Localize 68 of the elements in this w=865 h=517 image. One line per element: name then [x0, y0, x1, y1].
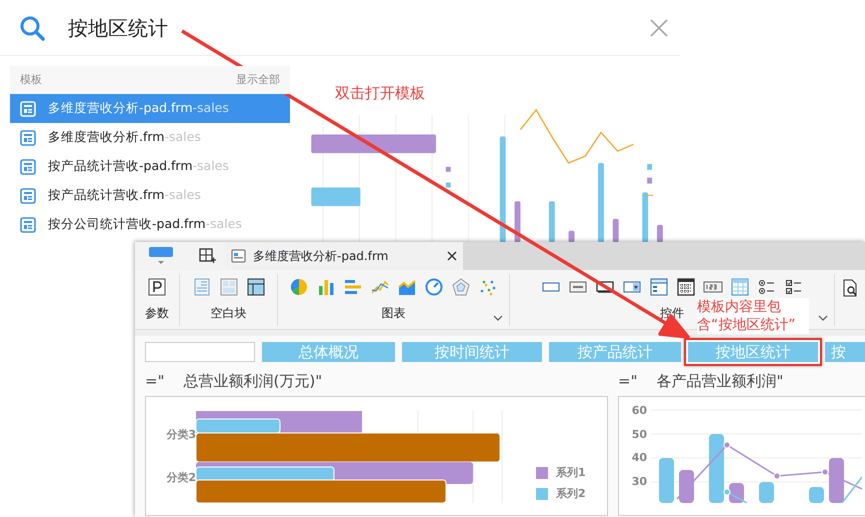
bar: [759, 482, 774, 503]
point: [724, 488, 730, 496]
bar: [659, 458, 674, 503]
template-icon: [20, 130, 36, 146]
bar: [679, 470, 694, 503]
axis-label: 分类2: [166, 470, 196, 486]
table-widget-icon[interactable]: [730, 277, 750, 297]
tab-button[interactable]: 按产品统计: [549, 342, 681, 362]
group-label: 空白块: [210, 305, 246, 322]
horizontal-bar-icon[interactable]: [343, 277, 363, 297]
expand-icon[interactable]: [493, 314, 503, 322]
point: [774, 472, 780, 480]
radar-chart-icon[interactable]: [451, 277, 471, 297]
result-item[interactable]: 多维度营收分析-pad.frm-sales: [10, 94, 290, 123]
legend-label: 系列2: [556, 486, 586, 502]
annotation-text: 模板内容里包含“按地区统计”: [697, 298, 809, 334]
legend-swatch: [536, 488, 548, 500]
search-icon: [18, 14, 46, 42]
axis-label: 30: [632, 474, 647, 490]
group-label: 参数: [145, 305, 169, 322]
blank-block-icon[interactable]: [218, 277, 238, 297]
result-item[interactable]: 按分公司统计营收-pad.frm-sales: [10, 210, 290, 239]
checkbox-group-icon[interactable]: [784, 277, 804, 297]
calendar-icon[interactable]: [676, 277, 696, 297]
axis-label: 50: [632, 426, 647, 442]
tab-title: 多维度营收分析-pad.frm: [253, 248, 390, 265]
legend-swatch: [536, 467, 548, 480]
pie-chart-icon[interactable]: [289, 277, 309, 297]
param-icon[interactable]: [147, 277, 167, 297]
tab-button[interactable]: 总体概况: [262, 342, 395, 362]
legend-label: 系列1: [556, 465, 586, 481]
bar: [709, 434, 724, 503]
point: [822, 468, 828, 476]
axis-label: 40: [632, 450, 647, 466]
group-label: 图表: [382, 305, 406, 322]
expand-icon[interactable]: [818, 314, 828, 322]
bar-chart-icon[interactable]: [316, 277, 336, 297]
template-icon: [20, 188, 36, 204]
point: [724, 442, 730, 448]
tab-button[interactable]: 按地区统计: [688, 342, 818, 362]
template-icon: [20, 216, 36, 232]
show-all-link[interactable]: 显示全部: [236, 72, 280, 88]
axis-label: 分类3: [166, 427, 196, 443]
tab-button[interactable]: 按: [825, 342, 865, 362]
chart-title: =" 总营业额利润(万元)": [145, 371, 324, 392]
chart-title: =" 各产品营业额利润": [618, 371, 784, 392]
tab-button[interactable]: 按时间统计: [402, 342, 542, 362]
bar: [809, 487, 824, 503]
radio-group-icon[interactable]: [756, 277, 776, 297]
column-header: 模板: [20, 72, 42, 88]
document-icon: [231, 248, 247, 264]
axis-label: 60: [632, 403, 647, 419]
search-query[interactable]: 按地区统计: [68, 12, 168, 42]
document-tab[interactable]: 多维度营收分析-pad.frm: [225, 242, 463, 270]
logo-menu-icon[interactable]: [147, 245, 175, 267]
result-item[interactable]: 按产品统计营收-pad.frm-sales: [10, 152, 290, 181]
preview-hint: 双击打开模板: [335, 83, 426, 104]
gauge-icon[interactable]: [424, 277, 444, 297]
new-tab-icon[interactable]: [199, 248, 217, 264]
result-item[interactable]: 多维度营收分析.frm-sales: [10, 123, 290, 152]
close-tab-icon[interactable]: [447, 251, 457, 261]
input-field[interactable]: [145, 342, 255, 362]
result-item[interactable]: 按产品统计营收.frm-sales: [10, 181, 290, 210]
form-icon[interactable]: [648, 277, 668, 297]
table-block-icon[interactable]: [246, 277, 266, 297]
template-icon: [20, 158, 36, 174]
bar: [829, 458, 844, 503]
template-icon: [20, 100, 36, 116]
